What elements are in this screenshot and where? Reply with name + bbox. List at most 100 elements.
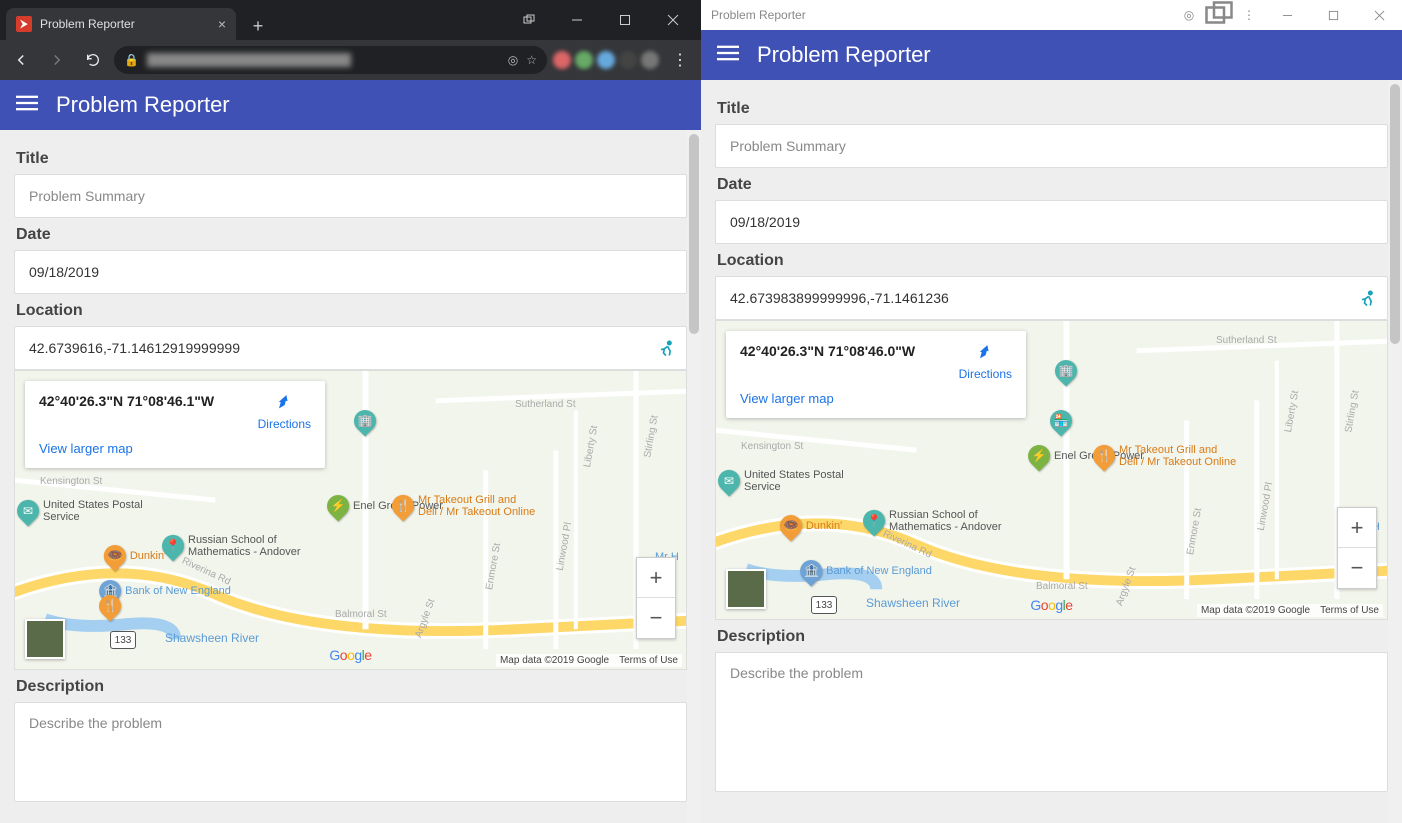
browser-titlebar: ⮞ Problem Reporter × + xyxy=(0,0,701,40)
locate-icon[interactable] xyxy=(656,338,676,358)
street-kensington: Kensington St xyxy=(40,476,102,487)
poi-marker[interactable]: 🏪 xyxy=(1050,410,1072,432)
locate-icon[interactable] xyxy=(1357,288,1377,308)
map-coordinates: 42°40'26.3"N 71°08'46.1"W xyxy=(39,393,214,409)
locate-titlebar-icon[interactable]: ◎ xyxy=(1174,0,1204,30)
street-sutherland: Sutherland St xyxy=(515,399,576,410)
zoom-out-button[interactable]: − xyxy=(637,598,675,638)
description-input[interactable]: Describe the problem xyxy=(715,652,1388,792)
kebab-menu-icon[interactable]: ⋮ xyxy=(1234,0,1264,30)
map-attribution: Map data ©2019 Google Terms of Use xyxy=(496,654,682,667)
title-input[interactable]: Problem Summary xyxy=(14,174,687,218)
poi-restaurant[interactable]: 🍴 xyxy=(99,595,121,617)
app-title: Problem Reporter xyxy=(757,42,931,68)
browser-toolbar: 🔒 ████████████████████████ ◎ ☆ ⋮ xyxy=(0,40,701,80)
zoom-in-button[interactable]: + xyxy=(1338,508,1376,548)
google-logo: Google xyxy=(329,647,371,663)
description-label: Description xyxy=(717,628,1386,646)
left-browser-window: ⮞ Problem Reporter × + xyxy=(0,0,701,823)
location-map[interactable]: 42°40'26.3"N 71°08'46.1"W Directions Vie… xyxy=(14,370,687,670)
title-label: Title xyxy=(16,150,685,168)
map-zoom-control: + − xyxy=(636,557,676,639)
nav-back-button[interactable] xyxy=(6,45,36,75)
title-placeholder: Problem Summary xyxy=(730,138,1373,154)
zoom-in-button[interactable]: + xyxy=(637,558,675,598)
description-label: Description xyxy=(16,678,685,696)
poi-takeout[interactable]: 🍴 Mr Takeout Grill and Deli / Mr Takeout… xyxy=(1093,444,1239,468)
description-placeholder: Describe the problem xyxy=(730,665,1373,681)
date-value: 09/18/2019 xyxy=(29,264,99,280)
location-value: 42.6739616,-71.14612919999999 xyxy=(29,340,240,356)
right-native-window: Problem Reporter ◎ ⋮ Problem Reporter xyxy=(701,0,1402,823)
description-input[interactable]: Describe the problem xyxy=(14,702,687,802)
poi-takeout[interactable]: 🍴 Mr Takeout Grill and Deli / Mr Takeout… xyxy=(392,494,538,518)
satellite-toggle[interactable] xyxy=(726,569,766,609)
poi-usps[interactable]: ✉ United States Postal Service xyxy=(718,469,864,493)
taskview-icon[interactable] xyxy=(1204,0,1234,30)
new-tab-button[interactable]: + xyxy=(244,12,272,40)
location-label: Location xyxy=(717,252,1386,270)
scrollbar[interactable] xyxy=(1388,80,1402,823)
location-input[interactable]: 42.6739616,-71.14612919999999 xyxy=(14,326,687,370)
map-terms-link[interactable]: Terms of Use xyxy=(619,655,678,666)
browser-tab[interactable]: ⮞ Problem Reporter × xyxy=(6,8,236,40)
address-bar[interactable]: 🔒 ████████████████████████ ◎ ☆ xyxy=(114,46,547,74)
zoom-out-button[interactable]: − xyxy=(1338,548,1376,588)
poi-dunkin[interactable]: 🍩 Dunkin' xyxy=(104,545,166,567)
poi-marker[interactable]: 🏢 xyxy=(354,410,376,432)
directions-button[interactable]: Directions xyxy=(258,393,311,431)
target-icon[interactable]: ◎ xyxy=(508,53,518,67)
tab-close-icon[interactable]: × xyxy=(218,16,226,32)
star-icon[interactable]: ☆ xyxy=(526,53,537,67)
map-attribution: Map data ©2019 Google Terms of Use xyxy=(1197,604,1383,617)
extension-icons[interactable] xyxy=(553,51,659,69)
window-maximize-icon[interactable] xyxy=(1310,0,1356,30)
date-label: Date xyxy=(16,226,685,244)
map-data-attr: Map data ©2019 Google xyxy=(1201,605,1310,616)
scrollbar[interactable] xyxy=(687,130,701,823)
poi-marker[interactable]: 🏢 xyxy=(1055,360,1077,382)
poi-dunkin[interactable]: 🍩 Dunkin' xyxy=(780,515,842,537)
browser-menu-icon[interactable]: ⋮ xyxy=(665,45,695,75)
taskview-icon[interactable] xyxy=(507,5,551,35)
view-larger-map-link[interactable]: View larger map xyxy=(740,391,1012,406)
satellite-toggle[interactable] xyxy=(25,619,65,659)
location-input[interactable]: 42.673983899999996,-71.1461236 xyxy=(715,276,1388,320)
view-larger-map-link[interactable]: View larger map xyxy=(39,441,311,456)
description-placeholder: Describe the problem xyxy=(29,715,672,731)
window-maximize-icon[interactable] xyxy=(603,5,647,35)
location-value: 42.673983899999996,-71.1461236 xyxy=(730,290,949,306)
app-topbar: Problem Reporter xyxy=(701,30,1402,80)
directions-button[interactable]: Directions xyxy=(959,343,1012,381)
map-data-attr: Map data ©2019 Google xyxy=(500,655,609,666)
street-sutherland: Sutherland St xyxy=(1216,335,1277,346)
window-minimize-icon[interactable] xyxy=(1264,0,1310,30)
poi-usps[interactable]: ✉ United States Postal Service xyxy=(17,499,163,523)
date-input[interactable]: 09/18/2019 xyxy=(715,200,1388,244)
street-balmoral: Balmoral St xyxy=(1036,581,1088,592)
street-balmoral: Balmoral St xyxy=(335,609,387,620)
nav-forward-button[interactable] xyxy=(42,45,72,75)
route-badge: 133 xyxy=(110,631,136,649)
map-terms-link[interactable]: Terms of Use xyxy=(1320,605,1379,616)
nav-reload-button[interactable] xyxy=(78,45,108,75)
menu-icon[interactable] xyxy=(16,92,38,119)
window-close-icon[interactable] xyxy=(651,5,695,35)
river-label: Shawsheen River xyxy=(165,631,259,645)
date-label: Date xyxy=(717,176,1386,194)
lock-icon: 🔒 xyxy=(124,53,139,67)
title-input[interactable]: Problem Summary xyxy=(715,124,1388,168)
directions-label: Directions xyxy=(258,417,311,431)
form-area: Title Problem Summary Date 09/18/2019 Lo… xyxy=(701,80,1402,823)
window-close-icon[interactable] xyxy=(1356,0,1402,30)
location-label: Location xyxy=(16,302,685,320)
menu-icon[interactable] xyxy=(717,42,739,69)
form-area: Title Problem Summary Date 09/18/2019 Lo… xyxy=(0,130,701,823)
date-value: 09/18/2019 xyxy=(730,214,800,230)
location-map[interactable]: 42°40'26.3"N 71°08'46.0"W Directions Vie… xyxy=(715,320,1388,620)
poi-bank[interactable]: 🏦 Bank of New England xyxy=(800,560,932,582)
tab-favicon: ⮞ xyxy=(16,16,32,32)
window-minimize-icon[interactable] xyxy=(555,5,599,35)
title-placeholder: Problem Summary xyxy=(29,188,672,204)
date-input[interactable]: 09/18/2019 xyxy=(14,250,687,294)
